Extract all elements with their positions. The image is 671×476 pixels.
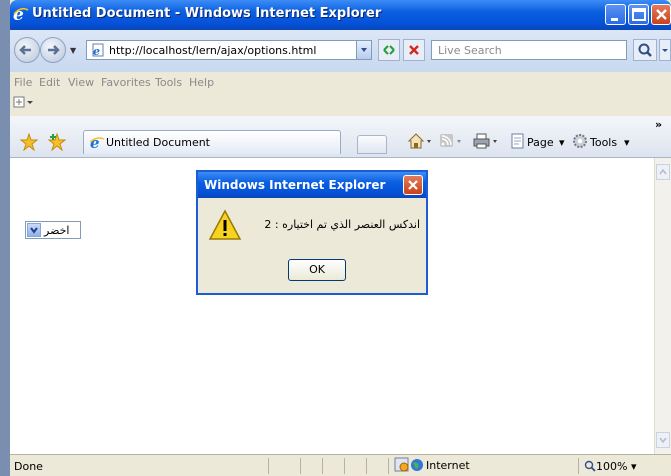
- scroll-up-button[interactable]: [656, 164, 670, 180]
- menu-file[interactable]: File: [14, 76, 32, 89]
- status-text: Done: [14, 460, 43, 473]
- search-button[interactable]: [633, 39, 657, 61]
- title-bar: e Untitled Document - Windows Internet E…: [10, 0, 671, 30]
- warning-icon: [208, 209, 242, 246]
- toolbar-options-button[interactable]: [13, 94, 37, 110]
- tab-bar: e Untitled Document Page ▾ Tools ▾ »: [10, 116, 671, 158]
- menu-favorites[interactable]: Favorites: [101, 76, 151, 89]
- menu-tools[interactable]: Tools: [155, 76, 182, 89]
- search-placeholder: Live Search: [438, 44, 502, 57]
- ie-page-icon: e: [89, 134, 105, 154]
- address-bar: ▼ e http://localhost/lern/ajax/options.h…: [10, 30, 671, 72]
- tools-menu-button[interactable]: Tools: [590, 136, 617, 149]
- forward-button[interactable]: [40, 37, 66, 63]
- security-zone-label: Internet: [426, 459, 470, 472]
- status-divider: [268, 458, 269, 474]
- zoom-icon: [584, 460, 596, 472]
- tab-title: Untitled Document: [106, 136, 210, 149]
- back-button[interactable]: [14, 37, 40, 63]
- home-button[interactable]: [407, 132, 433, 153]
- page-menu-button[interactable]: Page: [527, 136, 554, 149]
- print-button[interactable]: [472, 132, 500, 153]
- ie-logo-icon: e: [13, 5, 29, 25]
- zoom-level: 100%: [596, 460, 628, 473]
- status-divider: [366, 458, 367, 474]
- page-menu-arrow-icon[interactable]: ▾: [559, 136, 565, 149]
- back-arrow-icon: [19, 45, 31, 55]
- close-button[interactable]: [651, 4, 671, 25]
- forward-arrow-icon: [48, 45, 60, 55]
- search-input[interactable]: Live Search: [431, 40, 627, 60]
- rss-feed-icon: [440, 134, 461, 147]
- star-icon: [19, 132, 39, 152]
- new-tab-button[interactable]: [357, 135, 387, 154]
- window-title: Untitled Document - Windows Internet Exp…: [32, 6, 382, 21]
- stop-button[interactable]: [403, 39, 425, 61]
- address-input[interactable]: e http://localhost/lern/ajax/options.htm…: [86, 40, 366, 60]
- protected-mode-icon: [394, 457, 410, 476]
- menu-bar: File Edit View Favorites Tools Help: [10, 72, 671, 116]
- address-dropdown-button[interactable]: [356, 40, 372, 60]
- status-divider: [388, 458, 389, 474]
- status-bar: Done Internet 100% ▾: [10, 454, 671, 476]
- feeds-button[interactable]: [438, 132, 464, 153]
- chevron-down-icon: [27, 223, 41, 237]
- status-divider: [344, 458, 345, 474]
- tab-untitled-document[interactable]: e Untitled Document: [83, 130, 341, 154]
- security-zone: Internet: [410, 458, 470, 472]
- globe-icon: [411, 459, 423, 471]
- color-select[interactable]: اخضر: [25, 221, 81, 239]
- refresh-button[interactable]: [378, 39, 400, 61]
- alert-dialog: Windows Internet Explorer اندكس العنصر ا…: [196, 170, 428, 295]
- dialog-message: اندكس العنصر الذي تم اختياره : 2: [264, 218, 420, 231]
- menu-help[interactable]: Help: [189, 76, 214, 89]
- page-icon: e: [91, 43, 105, 60]
- status-divider: [578, 458, 579, 474]
- zoom-control[interactable]: 100% ▾: [584, 460, 636, 473]
- select-value: اخضر: [44, 224, 70, 237]
- status-divider: [300, 458, 301, 474]
- more-commands-chevron-icon[interactable]: »: [655, 118, 662, 131]
- search-icon: [638, 43, 652, 57]
- recent-pages-dropdown-icon[interactable]: ▼: [70, 46, 76, 55]
- add-favorite-icon: [47, 132, 67, 152]
- dialog-title: Windows Internet Explorer: [204, 178, 386, 192]
- print-icon: [473, 133, 497, 149]
- address-text: http://localhost/lern/ajax/options.html: [109, 44, 317, 57]
- svg-text:e: e: [93, 45, 100, 57]
- minimize-button[interactable]: [605, 4, 626, 25]
- tools-menu-arrow-icon[interactable]: ▾: [624, 136, 630, 149]
- vertical-scrollbar[interactable]: [654, 158, 671, 454]
- refresh-icon: [383, 45, 395, 55]
- add-to-favorites-button[interactable]: [47, 132, 67, 154]
- stop-icon: [409, 45, 419, 55]
- maximize-button[interactable]: [628, 4, 649, 25]
- page-icon: [510, 132, 526, 153]
- home-icon: [407, 133, 431, 149]
- browser-window: e Untitled Document - Windows Internet E…: [10, 0, 671, 476]
- menu-edit[interactable]: Edit: [39, 76, 60, 89]
- status-divider: [322, 458, 323, 474]
- ok-button[interactable]: OK: [288, 259, 346, 281]
- favorites-center-button[interactable]: [19, 132, 39, 154]
- dialog-close-button[interactable]: [403, 175, 423, 195]
- menu-view[interactable]: View: [68, 76, 94, 89]
- gear-icon: [572, 132, 588, 153]
- search-options-dropdown[interactable]: [659, 39, 671, 61]
- scroll-down-button[interactable]: [656, 432, 670, 448]
- dialog-title-bar: Windows Internet Explorer: [198, 172, 426, 198]
